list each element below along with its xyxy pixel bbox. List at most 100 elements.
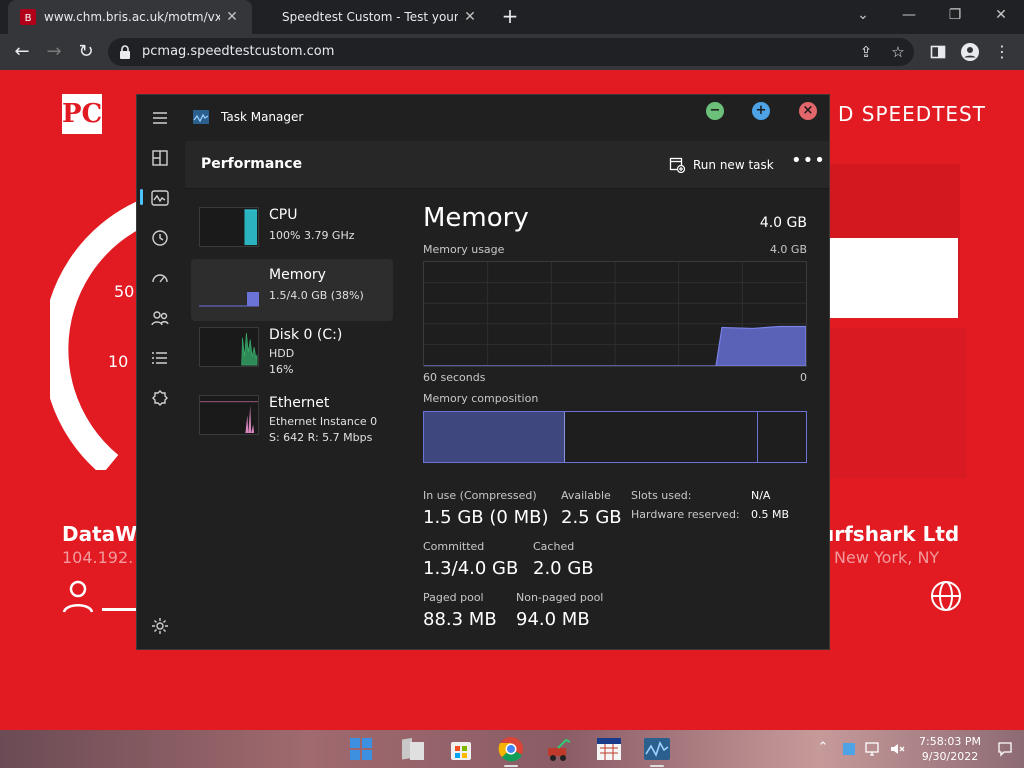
windows-taskbar: ⌃ 7:58:03 PM 9/30/2022 <box>0 730 1024 768</box>
chevron-down-icon[interactable]: ⌄ <box>840 0 886 30</box>
hamburger-menu-icon[interactable] <box>149 107 171 129</box>
client-ip: 104.192. <box>62 548 134 567</box>
close-window-button[interactable]: ✕ <box>978 0 1024 30</box>
performance-icon[interactable] <box>149 187 171 209</box>
browser-tab[interactable]: Speedtest Custom - Test your internet ✕ <box>258 0 490 34</box>
performance-list: CPU 100% 3.79 GHz Memory 1.5/4.0 GB (38%… <box>185 189 399 649</box>
client-divider <box>102 608 136 611</box>
reload-button[interactable]: ↻ <box>74 40 98 64</box>
app-history-icon[interactable] <box>149 227 171 249</box>
microsoft-store-icon[interactable] <box>446 734 476 764</box>
notifications-icon[interactable] <box>996 740 1014 758</box>
composition-standby <box>567 412 758 462</box>
clock-date: 9/30/2022 <box>921 750 979 763</box>
browser-toolbar: ← → ↻ pcmag.speedtestcustom.com ⇪ ☆ ⋮ <box>0 34 1024 70</box>
non-paged-pool-label: Non-paged pool <box>516 591 604 604</box>
in-use-label: In use (Compressed) <box>423 489 537 502</box>
browser-tab-active[interactable]: B www.chm.bris.ac.uk/motm/vx/vx.htm ✕ <box>8 0 252 34</box>
gauge-label-50: 50 <box>114 282 135 301</box>
gauge-label-10: 10 <box>108 352 129 371</box>
non-paged-pool-value: 94.0 MB <box>516 609 590 630</box>
speedtest-brand: D SPEEDTEST <box>838 102 986 126</box>
maximize-button[interactable]: + <box>752 102 770 120</box>
volume-muted-icon[interactable] <box>888 740 906 758</box>
forward-button[interactable]: → <box>42 40 66 64</box>
address-bar[interactable]: pcmag.speedtestcustom.com ⇪ ☆ <box>108 38 914 66</box>
ethernet-thumbnail-graph <box>199 395 259 435</box>
windows-start-icon[interactable] <box>346 734 376 764</box>
paged-pool-label: Paged pool <box>423 591 484 604</box>
task-manager-app-icon <box>193 110 209 124</box>
tab-close-icon[interactable]: ✕ <box>462 9 478 25</box>
list-item-memory[interactable]: Memory 1.5/4.0 GB (38%) <box>191 259 393 321</box>
task-manager-window: Task Manager − + × Performance Run new t… <box>136 94 830 650</box>
result-white-panel <box>828 238 958 318</box>
game-app-icon[interactable] <box>544 734 574 764</box>
committed-value: 1.3/4.0 GB <box>423 558 519 579</box>
tray-overflow-icon[interactable]: ⌃ <box>814 740 832 758</box>
services-icon[interactable] <box>149 387 171 409</box>
calendar-app-icon[interactable] <box>594 734 624 764</box>
disk-thumbnail-graph <box>199 327 259 367</box>
side-panel-icon[interactable] <box>926 40 950 64</box>
selected-nav-indicator <box>140 189 143 205</box>
users-icon[interactable] <box>149 307 171 329</box>
slots-used-label: Slots used: <box>631 489 692 502</box>
chrome-running-indicator <box>504 765 518 767</box>
back-button[interactable]: ← <box>10 40 34 64</box>
list-item-name: Ethernet <box>269 395 330 411</box>
processes-icon[interactable] <box>149 147 171 169</box>
task-manager-running-indicator <box>650 765 664 767</box>
tray-app-icon[interactable] <box>840 740 858 758</box>
new-tab-button[interactable]: + <box>498 4 522 28</box>
lock-icon <box>120 45 130 59</box>
list-item-disk[interactable]: Disk 0 (C:) HDD 16% <box>191 319 393 381</box>
network-icon[interactable] <box>864 740 882 758</box>
settings-gear-icon[interactable] <box>149 615 171 637</box>
chrome-icon[interactable] <box>496 734 526 764</box>
client-isp: DataW <box>62 522 138 546</box>
more-options-button[interactable]: ••• <box>791 151 825 175</box>
memory-detail-pane: Memory 4.0 GB Memory usage 4.0 GB 60 sec… <box>399 189 829 649</box>
list-item-detail: HDD <box>269 347 295 360</box>
tab-title: www.chm.bris.ac.uk/motm/vx/vx.htm <box>44 10 220 24</box>
minimize-button[interactable]: − <box>706 102 724 120</box>
cpu-thumbnail-graph <box>199 207 259 247</box>
details-list-icon[interactable] <box>149 347 171 369</box>
system-clock[interactable]: 7:58:03 PM 9/30/2022 <box>912 734 988 764</box>
navigation-rail <box>137 95 185 649</box>
page-title: Performance <box>201 156 303 172</box>
cached-label: Cached <box>533 540 575 553</box>
startup-apps-icon[interactable] <box>149 267 171 289</box>
minimize-window-button[interactable]: — <box>886 0 932 30</box>
available-label: Available <box>561 489 611 502</box>
memory-usage-label: Memory usage <box>423 243 505 256</box>
share-icon[interactable]: ⇪ <box>856 42 876 62</box>
list-item-usage: 16% <box>269 363 294 376</box>
browser-menu-icon[interactable]: ⋮ <box>990 40 1014 64</box>
memory-total: 4.0 GB <box>759 215 807 231</box>
list-item-name: CPU <box>269 207 298 223</box>
bookmark-star-icon[interactable]: ☆ <box>888 42 908 62</box>
graph-zero-label: 0 <box>800 371 807 384</box>
paged-pool-value: 88.3 MB <box>423 609 497 630</box>
tab-close-icon[interactable]: ✕ <box>224 9 240 25</box>
pcmag-logo: PC <box>62 94 102 134</box>
site-favicon-icon: B <box>20 9 36 25</box>
run-new-task-button[interactable]: Run new task <box>669 155 774 175</box>
list-item-detail: Ethernet Instance 0 <box>269 415 378 428</box>
list-item-ethernet[interactable]: Ethernet Ethernet Instance 0 S: 642 R: 5… <box>191 387 393 449</box>
task-manager-taskbar-icon[interactable] <box>642 734 672 764</box>
list-item-cpu[interactable]: CPU 100% 3.79 GHz <box>191 199 393 261</box>
clock-time: 7:58:03 PM <box>918 735 982 748</box>
memory-composition-bar <box>423 411 807 463</box>
restore-window-button[interactable]: ❐ <box>932 0 978 30</box>
in-use-value: 1.5 GB (0 MB) <box>423 507 549 528</box>
profile-avatar-icon[interactable] <box>958 40 982 64</box>
file-explorer-icon[interactable] <box>398 734 428 764</box>
list-item-name: Disk 0 (C:) <box>269 327 343 343</box>
browser-tab-bar: B www.chm.bris.ac.uk/motm/vx/vx.htm ✕ Sp… <box>0 0 1024 34</box>
list-item-detail: 1.5/4.0 GB (38%) <box>269 289 364 302</box>
detail-title: Memory <box>423 203 529 233</box>
close-button[interactable]: × <box>799 102 817 120</box>
